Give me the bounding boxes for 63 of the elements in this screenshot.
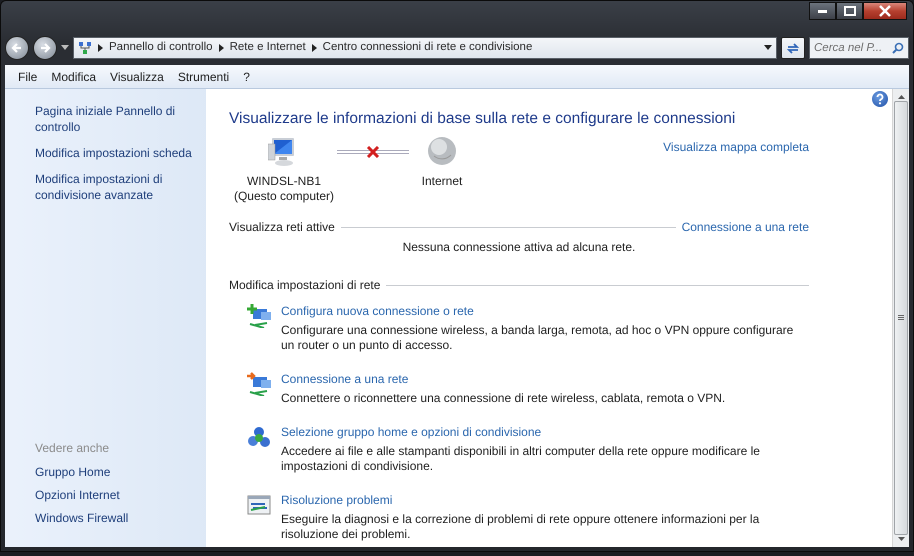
scrollbar-thumb[interactable] (894, 101, 908, 535)
task-link[interactable]: Risoluzione problemi (281, 493, 809, 508)
menu-item[interactable]: ? (236, 68, 257, 86)
breadcrumb-item[interactable]: Rete e Internet (230, 39, 306, 57)
task-description: Connettere o riconnettere una connessione di rete wireless, cablata, remota o VPN. (281, 391, 726, 406)
sidebar-link[interactable]: Gruppo Home (35, 464, 198, 480)
menu-item[interactable]: Strumenti (170, 68, 236, 86)
task-link[interactable]: Configura nuova connessione o rete (281, 304, 809, 320)
sidebar-heading: Vedere anche (35, 440, 110, 457)
network-icon (78, 41, 92, 55)
map-link[interactable]: Visualizza mappa completa (663, 138, 809, 156)
node-label: Internet (422, 174, 462, 190)
chevron-icon (312, 44, 317, 52)
scroll-down-icon[interactable] (898, 537, 904, 541)
sidebar-link[interactable]: Modifica impostazioni di condivisione avanzate (35, 171, 198, 203)
grip-icon (898, 315, 904, 321)
dropdown-icon[interactable] (764, 45, 772, 51)
refresh-icon (786, 42, 800, 54)
sidebar-link[interactable]: Opzioni Internet (35, 487, 198, 503)
section-heading: Modifica impostazioni di rete (229, 277, 380, 294)
minimize-button[interactable] (809, 2, 836, 20)
new-connection-icon (247, 304, 271, 328)
menu-item[interactable]: Visualizza (103, 68, 171, 86)
task-link[interactable]: Selezione gruppo home e opzioni di condivisione (281, 425, 809, 440)
close-button[interactable] (863, 2, 907, 20)
scrollbar[interactable] (892, 89, 909, 547)
address-bar[interactable]: Pannello di controllo Rete e Internet Centro connessioni di rete e condivisione (73, 37, 777, 59)
chevron-icon (218, 44, 224, 52)
back-button[interactable] (5, 36, 29, 60)
scroll-up-icon[interactable] (898, 95, 904, 99)
forward-arrow-icon (39, 42, 51, 54)
connect-icon (247, 372, 271, 396)
breadcrumb-item[interactable]: Pannello di controllo (109, 39, 213, 57)
sidebar-link[interactable]: Pagina iniziale Pannello di controllo (35, 103, 198, 135)
task-description: Eseguire la diagnosi e la correzione di problemi di rete oppure ottenere informazioni per la risoluzione dei problemi. (281, 512, 760, 542)
section-heading: Visualizza reti attive (229, 219, 335, 236)
maximize-button[interactable] (836, 2, 863, 20)
maximize-icon (844, 6, 856, 16)
connect-link[interactable]: Connessione a una rete (682, 218, 809, 236)
status-message: Nessuna connessione attiva ad alcuna rete. (402, 239, 636, 256)
homegroup-icon (247, 425, 271, 450)
search-field[interactable]: Cerca nel P... (809, 37, 909, 59)
node-label: (Questo computer) (234, 189, 334, 204)
back-arrow-icon (11, 42, 23, 54)
sidebar-link[interactable]: Windows Firewall (35, 510, 198, 526)
sidebar-link[interactable]: Modifica impostazioni scheda (35, 145, 198, 161)
close-icon (879, 5, 891, 17)
forward-button[interactable] (33, 36, 57, 60)
node-label: WINDSL-NB1 (246, 174, 321, 190)
menu-item[interactable]: File (11, 68, 44, 86)
menu-item[interactable]: Modifica (44, 68, 104, 86)
refresh-button[interactable] (781, 37, 805, 59)
chevron-icon (98, 44, 103, 52)
task-description: Configurare una connessione wireless, a banda larga, remota, ad hoc o VPN oppure configurare un router o un punto di accesso. (281, 323, 794, 354)
task-link[interactable]: Connessione a una rete (281, 372, 809, 388)
help-button[interactable] (872, 91, 888, 107)
minimize-icon (818, 10, 827, 12)
page-title: Visualizzare le informazioni di base sulla rete e configurare le connessioni (229, 109, 736, 129)
dropdown-icon[interactable] (61, 45, 69, 51)
breadcrumb-item[interactable]: Centro connessioni di rete e condivisione (322, 39, 532, 57)
search-icon (892, 42, 904, 54)
troubleshoot-icon (247, 493, 271, 518)
task-description: Accedere ai file e alle stampanti disponibili in altri computer della rete oppure modificare le impostazioni di condivisione. (281, 444, 761, 474)
